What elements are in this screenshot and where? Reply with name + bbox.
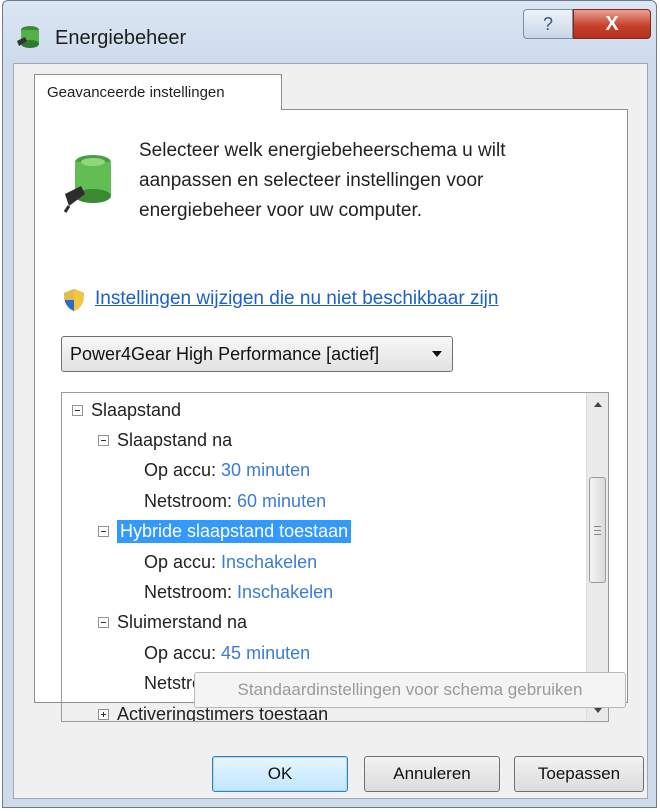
grip-icon [594, 525, 601, 535]
collapse-minus-icon[interactable] [98, 526, 109, 538]
expand-plus-icon[interactable] [98, 708, 109, 720]
tree-row-label: Slaapstand na [117, 429, 233, 450]
tree-row-label: Sluimerstand na [117, 612, 248, 633]
cancel-button[interactable]: Annuleren [364, 756, 500, 792]
collapse-minus-icon[interactable] [72, 404, 83, 416]
tree-row-label: Op accu: [144, 551, 217, 572]
dialog-body: Geavanceerde instellingen Selecteer welk… [13, 63, 648, 799]
collapse-minus-icon[interactable] [98, 434, 109, 446]
power-battery-icon [63, 155, 111, 213]
tree-row-value[interactable]: 30 minuten [221, 460, 310, 481]
tree-row-label: Op accu: [144, 642, 217, 663]
tree-row[interactable]: Op accu: Inschakelen [144, 547, 317, 577]
power-options-window: Energiebeheer ? X Geavanceerde instellin… [2, 0, 657, 808]
close-icon: X [605, 12, 619, 35]
tree-row[interactable]: Netstroom: Inschakelen [144, 577, 333, 607]
collapse-minus-icon[interactable] [98, 617, 109, 629]
battery-plug-icon [17, 26, 39, 48]
tree-row[interactable]: Netstroom: 60 minuten [144, 486, 326, 516]
tree-row[interactable]: Op accu: 30 minuten [144, 456, 310, 486]
tree-row-label: Netstroom: [144, 581, 233, 602]
help-icon: ? [542, 13, 553, 34]
tab-panel: Selecteer welk energiebeheerschema u wil… [34, 109, 628, 722]
tab-advanced-settings[interactable]: Geavanceerde instellingen [34, 74, 282, 110]
tree-row-value[interactable]: 60 minuten [237, 491, 326, 512]
restore-defaults-button[interactable]: Standaardinstellingen voor schema gebrui… [194, 672, 626, 708]
scroll-up-arrow-icon[interactable] [587, 393, 608, 415]
tree-row-value[interactable]: 45 minuten [221, 643, 310, 664]
tree-row-value[interactable]: Inschakelen [221, 552, 317, 573]
tree-row-value[interactable]: Inschakelen [237, 582, 333, 603]
scrollbar-thumb[interactable] [589, 477, 606, 583]
close-button[interactable]: X [573, 9, 651, 39]
tree-row[interactable]: Slaapstand na [98, 425, 232, 455]
tree-row-label: Op accu: [144, 460, 217, 481]
tree-row[interactable]: Op accu: 45 minuten [144, 638, 310, 668]
uac-shield-icon [64, 289, 84, 311]
help-button[interactable]: ? [523, 9, 573, 39]
chevron-down-icon [432, 351, 442, 357]
apply-button[interactable]: Toepassen [514, 756, 644, 792]
change-unavailable-settings-link[interactable]: Instellingen wijzigen die nu niet beschi… [95, 288, 498, 310]
description-text: Selecteer welk energiebeheerschema u wil… [139, 140, 506, 221]
ok-button[interactable]: OK [212, 756, 348, 792]
power-plan-dropdown[interactable]: Power4Gear High Performance [actief] [61, 336, 453, 372]
tree-row-selected[interactable]: Hybride slaapstand toestaan [98, 517, 352, 547]
tree-row-label: Slaapstand [91, 399, 182, 420]
power-plan-value: Power4Gear High Performance [actief] [70, 343, 380, 364]
tree-row[interactable]: Slaapstand [72, 395, 181, 425]
title-bar: Energiebeheer ? X [3, 1, 656, 63]
tree-row[interactable]: Sluimerstand na [98, 608, 247, 638]
window-title: Energiebeheer [55, 27, 187, 49]
tree-row-label: Netstroom: [144, 490, 233, 511]
tree-row-label: Hybride slaapstand toestaan [117, 520, 352, 544]
